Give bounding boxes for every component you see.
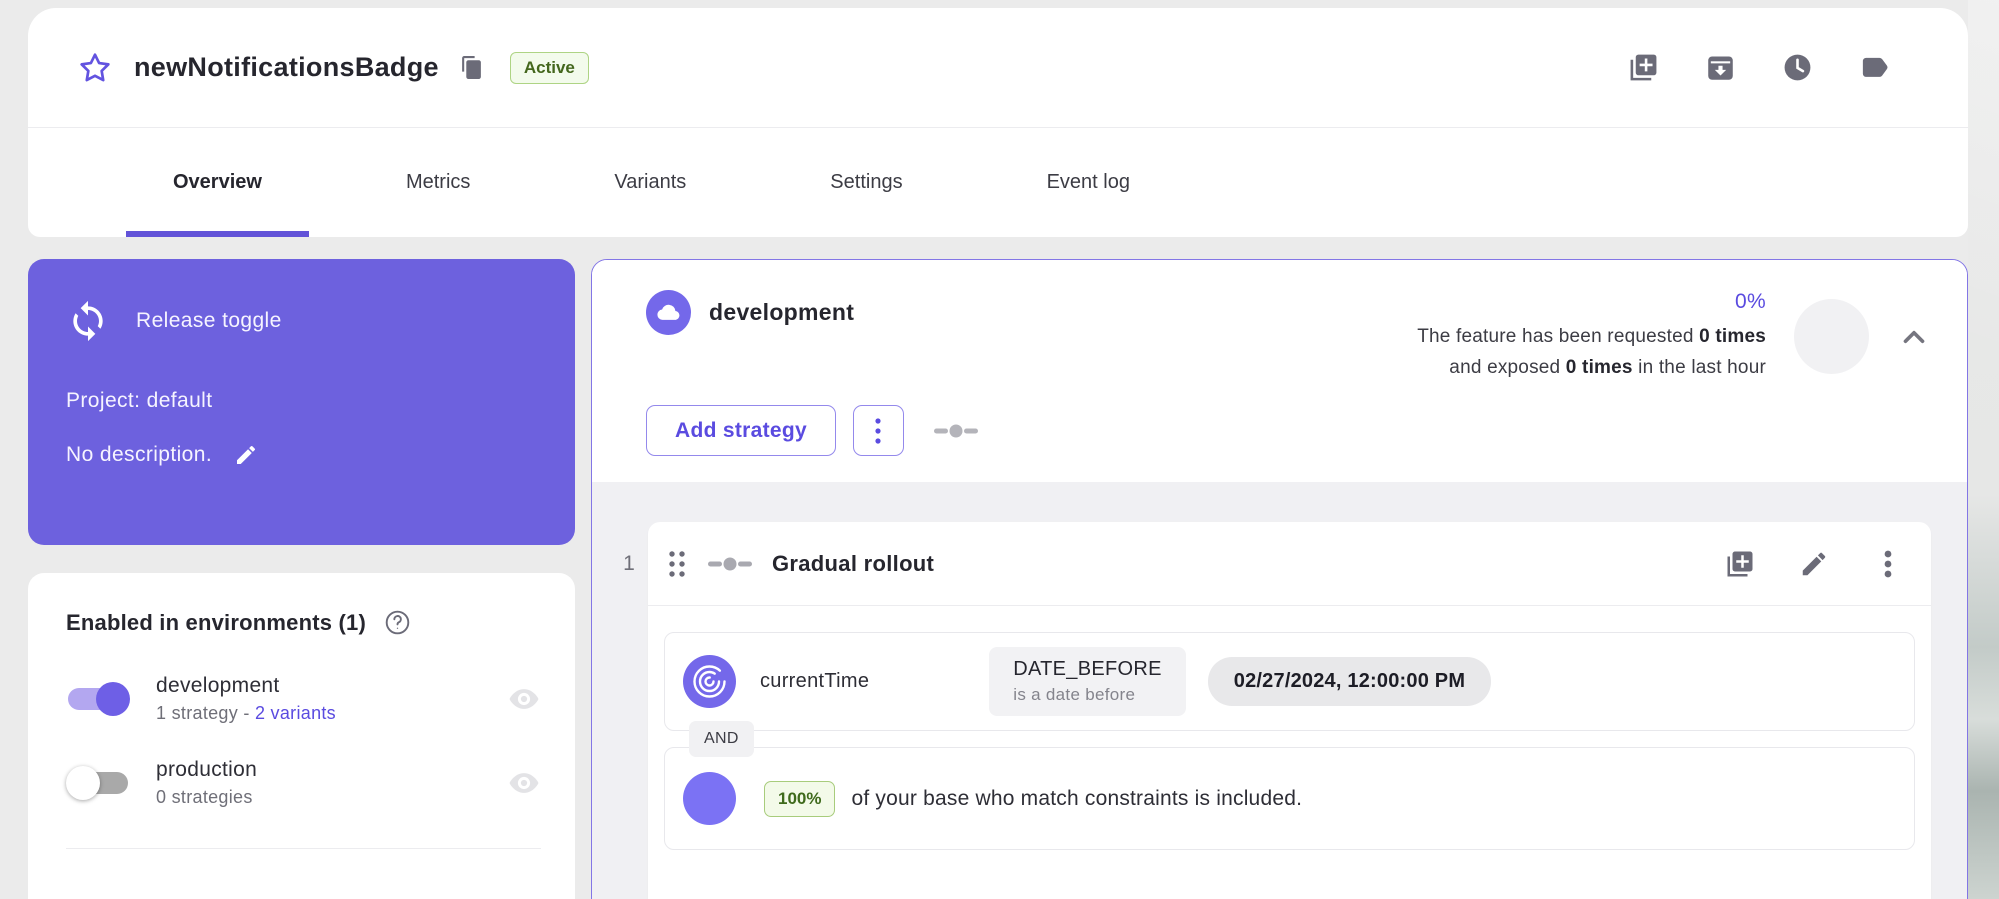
metrics-line-2: and exposed 0 times in the last hour [1417, 352, 1766, 383]
edit-description-icon[interactable] [234, 443, 258, 467]
environment-meta: 1 strategy - 2 variants [156, 703, 507, 724]
toggle-type-label: Release toggle [136, 309, 282, 333]
development-toggle[interactable] [66, 682, 130, 716]
left-sidebar: Release toggle Project: default No descr… [28, 259, 575, 899]
operator-name: DATE_BEFORE [1013, 658, 1162, 681]
visibility-eye-icon[interactable] [507, 766, 541, 800]
feature-header-card: newNotificationsBadge Active [28, 8, 1968, 237]
add-strategy-button[interactable]: Add strategy [646, 405, 836, 456]
desktop-wallpaper-strip [1968, 0, 1999, 899]
rollout-description: of your base who match constraints is in… [851, 787, 1302, 811]
tab-metrics[interactable]: Metrics [359, 128, 517, 237]
chevron-up-icon[interactable] [1897, 320, 1931, 354]
rollout-strategy-icon [708, 555, 752, 573]
operator-description: is a date before [1013, 685, 1162, 705]
drag-handle-icon[interactable] [664, 549, 690, 579]
status-badge: Active [510, 52, 589, 84]
history-clock-icon[interactable] [1782, 52, 1813, 83]
environments-heading: Enabled in environments (1) [66, 610, 366, 636]
rollout-pie-chart [683, 772, 736, 825]
production-toggle[interactable] [66, 766, 130, 800]
tab-event-log[interactable]: Event log [1000, 128, 1177, 237]
tab-settings[interactable]: Settings [783, 128, 949, 237]
environment-row-production: production 0 strategies [66, 758, 541, 808]
constraint-value-pill: 02/27/2024, 12:00:00 PM [1208, 657, 1491, 706]
development-environment-panel: development 0% The feature has been requ… [591, 259, 1968, 899]
strategy-card: Gradual rollout [648, 522, 1931, 899]
toggle-type-card: Release toggle Project: default No descr… [28, 259, 575, 545]
tag-icon[interactable] [1859, 52, 1890, 83]
copy-strategy-icon[interactable] [1725, 549, 1755, 579]
rollout-row: AND 100% of your base who match constrai… [664, 747, 1915, 850]
release-toggle-icon [66, 299, 110, 343]
environments-card: Enabled in environments (1) [28, 573, 575, 899]
rollout-percent-badge: 100% [764, 781, 835, 817]
archive-icon[interactable] [1705, 52, 1736, 83]
exposure-donut-chart [1794, 299, 1869, 374]
strategy-name: Gradual rollout [772, 551, 934, 577]
visibility-eye-icon[interactable] [507, 682, 541, 716]
copy-feature-icon[interactable] [1628, 52, 1659, 83]
constraint-operator: DATE_BEFORE is a date before [989, 647, 1186, 716]
environment-panel-title: development [709, 299, 854, 326]
tab-variants[interactable]: Variants [567, 128, 733, 237]
description-text: No description. [66, 443, 212, 467]
constraint-field-name: currentTime [760, 670, 869, 693]
cloud-environment-icon [646, 290, 691, 335]
environment-menu-button[interactable] [853, 405, 904, 456]
strategy-menu-icon[interactable] [1873, 549, 1903, 579]
feature-title: newNotificationsBadge [134, 52, 439, 83]
help-icon[interactable] [384, 609, 411, 636]
feature-flag-page: newNotificationsBadge Active [28, 8, 1968, 899]
environment-name: development [156, 674, 507, 698]
project-label: Project: default [66, 389, 537, 413]
and-connector-chip: AND [689, 721, 754, 757]
card-divider [66, 848, 541, 849]
strategy-index: 1 [610, 522, 648, 899]
favorite-star-icon[interactable] [78, 51, 112, 85]
metrics-summary: 0% The feature has been requested 0 time… [1417, 290, 1766, 383]
feature-tabs: Overview Metrics Variants Settings Event… [28, 128, 1968, 237]
constraint-target-icon [683, 655, 736, 708]
header-actions [1628, 52, 1890, 83]
copy-name-icon[interactable] [459, 55, 484, 80]
environment-row-development: development 1 strategy - 2 variants [66, 674, 541, 724]
strategy-glyph-icon [934, 422, 978, 440]
metrics-line-1: The feature has been requested 0 times [1417, 321, 1766, 352]
environment-meta: 0 strategies [156, 787, 507, 808]
feature-header-row: newNotificationsBadge Active [28, 8, 1968, 128]
environment-name: production [156, 758, 507, 782]
variants-link[interactable]: 2 variants [255, 703, 336, 723]
exposure-percent: 0% [1417, 290, 1766, 314]
edit-strategy-icon[interactable] [1799, 549, 1829, 579]
constraint-row: currentTime DATE_BEFORE is a date before… [664, 632, 1915, 731]
tab-overview[interactable]: Overview [126, 128, 309, 237]
